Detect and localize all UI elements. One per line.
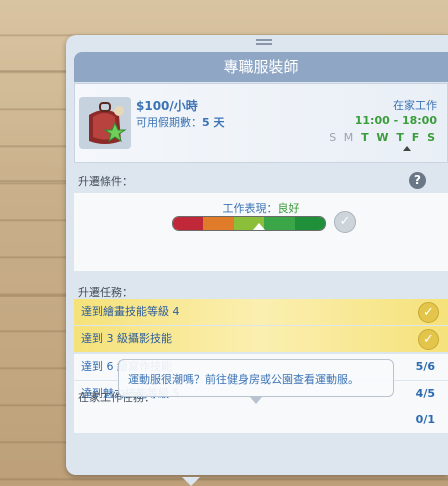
panel-bottom-tab (182, 477, 200, 486)
career-panel: 專職服裝師 $100/小時 可用假期數：5 天 在家工作 11:00 - 18:… (66, 35, 448, 475)
task-progress: 4/5 (415, 387, 435, 400)
pay-rate: $100/小時 (136, 99, 198, 113)
help-icon[interactable]: ? (409, 172, 426, 189)
work-hours: 11:00 - 18:00 (354, 114, 437, 127)
vacation-days: 可用假期數：5 天 (136, 116, 225, 129)
stylist-career-icon (79, 97, 131, 149)
work-days: S M T W T F S (329, 131, 437, 144)
task-complete-check-icon: ✓ (418, 329, 439, 350)
tooltip: 運動服很潮嗎？前往健身房或公園查看運動服。 (118, 359, 394, 397)
work-location: 在家工作 (393, 99, 437, 112)
tooltip-tail (250, 397, 262, 404)
performance-box: 工作表現：良好 ✓ (74, 193, 448, 271)
task-item: 達到 3 級攝影技能 ✓ (74, 326, 448, 352)
performance-text: 工作表現：良好 (222, 202, 300, 215)
performance-marker-icon (252, 223, 265, 230)
homework-progress: 0/1 (415, 413, 435, 426)
task-item: 達到繪畫技能等級 4 ✓ (74, 299, 448, 325)
promotion-tasks-label: 升遷任務： (78, 286, 133, 299)
performance-check-icon: ✓ (334, 211, 356, 233)
career-info-card: $100/小時 可用假期數：5 天 在家工作 11:00 - 18:00 S M… (74, 83, 448, 163)
task-complete-check-icon: ✓ (418, 302, 439, 323)
promotion-requirements-label: 升遷條件： (78, 175, 133, 188)
drag-handle-icon[interactable] (256, 39, 272, 45)
career-title: 專職服裝師 (74, 52, 448, 82)
performance-meter (172, 216, 326, 231)
task-progress: 5/6 (415, 360, 435, 373)
current-day-marker-icon (403, 146, 411, 151)
homework-task-row: 0/1 (74, 405, 448, 433)
